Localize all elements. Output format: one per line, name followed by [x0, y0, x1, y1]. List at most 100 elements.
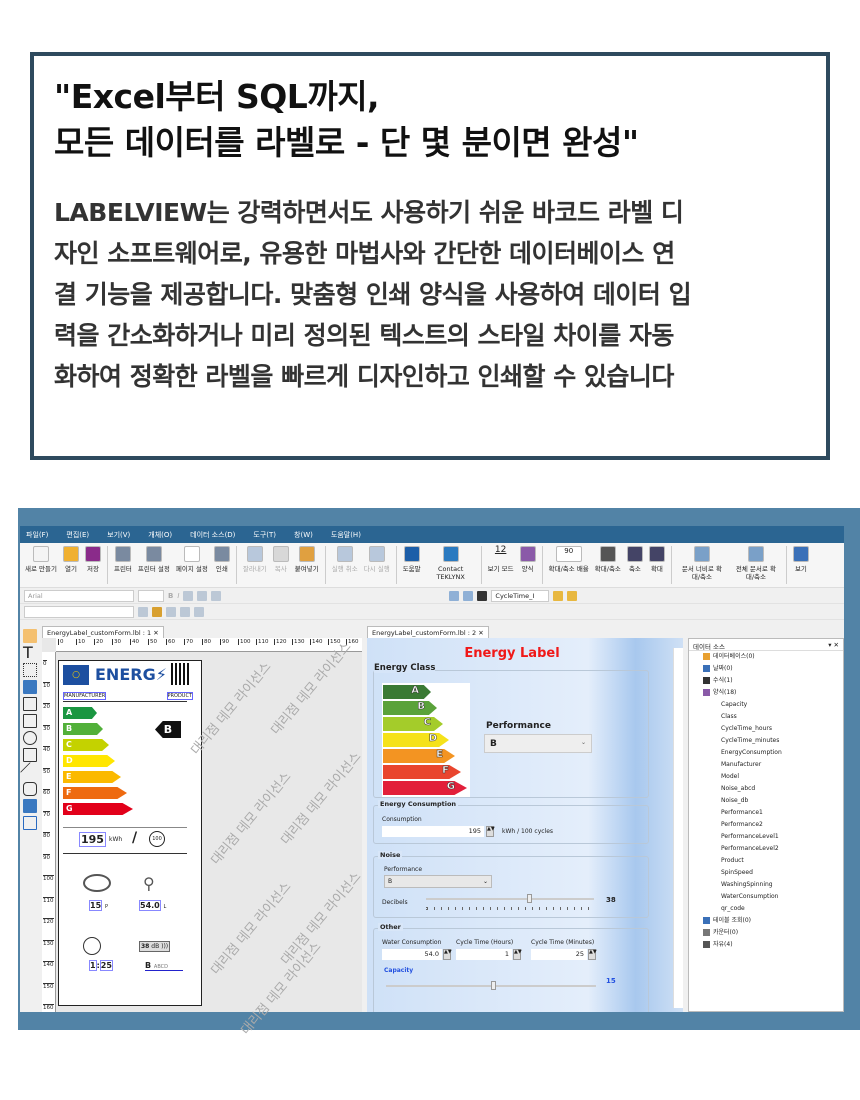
- data-source-item[interactable]: PerformanceLevel2: [689, 843, 843, 855]
- pointer-tool-icon[interactable]: [23, 629, 37, 643]
- diagonal-line-tool-icon[interactable]: [20, 762, 40, 782]
- menu-item[interactable]: 개체(O): [148, 530, 172, 540]
- ribbon-button[interactable]: 전체 문서로 확대/축소: [732, 546, 780, 581]
- rotate-icon[interactable]: [166, 606, 176, 617]
- ribbon-button[interactable]: 확대: [648, 546, 665, 573]
- layer-icon[interactable]: [152, 606, 162, 617]
- barcode-tool-icon[interactable]: [23, 663, 37, 677]
- consumption-input[interactable]: 195: [382, 826, 484, 837]
- data-source-item[interactable]: Model: [689, 771, 843, 783]
- ribbon-button[interactable]: 잘라내기: [243, 546, 267, 573]
- style-select[interactable]: [24, 605, 134, 618]
- data-source-item[interactable]: 수식(1): [689, 675, 843, 687]
- align-icon[interactable]: [180, 606, 190, 617]
- ribbon-button[interactable]: 실행 취소: [332, 546, 358, 573]
- ribbon-button[interactable]: 보기: [792, 546, 809, 573]
- rounded-rect-tool-icon[interactable]: [23, 782, 37, 796]
- data-source-item[interactable]: PerformanceLevel1: [689, 831, 843, 843]
- data-source-item[interactable]: Noise_abcd: [689, 783, 843, 795]
- ribbon-button[interactable]: 양식: [519, 546, 536, 573]
- ribbon-button[interactable]: 프린터 설정: [138, 546, 170, 573]
- align-icon[interactable]: [211, 590, 222, 601]
- data-source-item[interactable]: CycleTime_minutes: [689, 735, 843, 747]
- water-input[interactable]: 54.0: [382, 949, 442, 960]
- ribbon-button[interactable]: 확대/축소: [595, 546, 621, 573]
- data-source-item[interactable]: Product: [689, 855, 843, 867]
- menu-item[interactable]: 창(W): [294, 530, 313, 540]
- distribute-icon[interactable]: [194, 606, 204, 617]
- data-source-item[interactable]: Noise_db: [689, 795, 843, 807]
- ribbon-button[interactable]: 복사: [272, 546, 289, 573]
- ribbon-button[interactable]: 12 보기 모드: [488, 546, 514, 574]
- data-source-item[interactable]: 자유(4): [689, 939, 843, 951]
- database-edit-icon[interactable]: [553, 590, 564, 601]
- data-source-item[interactable]: WashingSpinning: [689, 879, 843, 891]
- minutes-spinner[interactable]: ▲▼: [588, 949, 597, 960]
- energy-label-preview[interactable]: ○ ENERG⚡ MANUFACTURER PRODUCT ABCDEFG B …: [58, 660, 202, 1006]
- ribbon-button[interactable]: 붙여넣기: [295, 546, 319, 573]
- data-source-item[interactable]: 데이터베이스(0): [689, 651, 843, 663]
- ribbon-button[interactable]: 문서 너비로 확대/축소: [678, 546, 726, 581]
- font-select[interactable]: Arial: [24, 589, 134, 602]
- performance-select[interactable]: B ⌄: [484, 734, 592, 753]
- rectangle-tool-icon[interactable]: [23, 714, 37, 728]
- font-size-select[interactable]: [138, 589, 164, 602]
- ribbon-button[interactable]: 새로 만들기: [25, 546, 57, 573]
- data-source-item[interactable]: 카운터(0): [689, 927, 843, 939]
- data-source-item[interactable]: 테이블 조회(0): [689, 915, 843, 927]
- hours-spinner[interactable]: ▲▼: [513, 949, 522, 960]
- form-select[interactable]: CycleTime_I: [491, 589, 550, 602]
- water-spinner[interactable]: ▲▼: [443, 949, 452, 960]
- ellipse-tool-icon[interactable]: [23, 731, 37, 745]
- first-record-icon[interactable]: [449, 590, 460, 601]
- data-source-item[interactable]: qr_code: [689, 903, 843, 915]
- menu-item[interactable]: 도움말(H): [331, 530, 361, 540]
- data-source-item[interactable]: Class: [689, 711, 843, 723]
- ribbon-button[interactable]: 저장: [84, 546, 101, 573]
- capacity-slider[interactable]: [386, 981, 596, 990]
- ribbon-button[interactable]: 도움말: [403, 546, 421, 573]
- bold-button[interactable]: B: [168, 592, 173, 600]
- data-source-item[interactable]: EnergyConsumption: [689, 747, 843, 759]
- kwh-value[interactable]: 195: [79, 832, 106, 847]
- data-source-item[interactable]: SpinSpeed: [689, 867, 843, 879]
- ribbon-button[interactable]: 다시 실행: [364, 546, 390, 573]
- ribbon-button[interactable]: 인쇄: [213, 546, 230, 573]
- hours-input[interactable]: 1: [456, 949, 512, 960]
- menu-item[interactable]: 도구(T): [253, 530, 276, 540]
- align-icon[interactable]: [197, 590, 208, 601]
- polygon-tool-icon[interactable]: [23, 748, 37, 762]
- shape-tool-icon[interactable]: [23, 799, 37, 813]
- image-tool-icon[interactable]: [23, 680, 37, 694]
- menu-item[interactable]: 편집(E): [66, 530, 89, 540]
- ribbon-button[interactable]: 열기: [62, 546, 79, 573]
- ribbon-button[interactable]: 축소: [626, 546, 643, 573]
- data-source-item[interactable]: Capacity: [689, 699, 843, 711]
- data-source-item[interactable]: WaterConsumption: [689, 891, 843, 903]
- label-designer-canvas[interactable]: 0 10 20 30 40 50 60 70 80 90 100 110 120 130 140 150 160…: [42, 638, 364, 1038]
- decibels-slider[interactable]: [426, 894, 594, 903]
- close-icon[interactable]: ▾ ✕: [828, 641, 839, 649]
- data-source-item[interactable]: Manufacturer: [689, 759, 843, 771]
- italic-button[interactable]: I: [177, 592, 179, 600]
- ribbon-button[interactable]: 페이지 설정: [176, 546, 208, 573]
- consumption-spinner[interactable]: ▲▼: [486, 826, 495, 837]
- data-source-item[interactable]: CycleTime_hours: [689, 723, 843, 735]
- text-tool-icon[interactable]: T: [23, 645, 37, 661]
- ribbon-button[interactable]: Contact TEKLYNX: [427, 546, 475, 581]
- frame-tool-icon[interactable]: [23, 816, 37, 830]
- product-field[interactable]: PRODUCT: [166, 692, 193, 700]
- align-icon[interactable]: [183, 590, 194, 601]
- database-add-icon[interactable]: [567, 590, 578, 601]
- data-source-item[interactable]: Performance2: [689, 819, 843, 831]
- menu-item[interactable]: 데이터 소스(D): [190, 530, 235, 540]
- ribbon-button[interactable]: 90 확대/축소 배율: [549, 546, 589, 573]
- menu-item[interactable]: 보기(V): [107, 530, 130, 540]
- line-tool-icon[interactable]: [23, 697, 37, 711]
- minutes-input[interactable]: 25: [531, 949, 587, 960]
- data-source-item[interactable]: 양식(18): [689, 687, 843, 699]
- arrange-icon[interactable]: [138, 606, 148, 617]
- find-icon[interactable]: [477, 590, 488, 601]
- menu-item[interactable]: 파일(F): [26, 530, 48, 540]
- form-scrollbar[interactable]: [673, 648, 683, 1008]
